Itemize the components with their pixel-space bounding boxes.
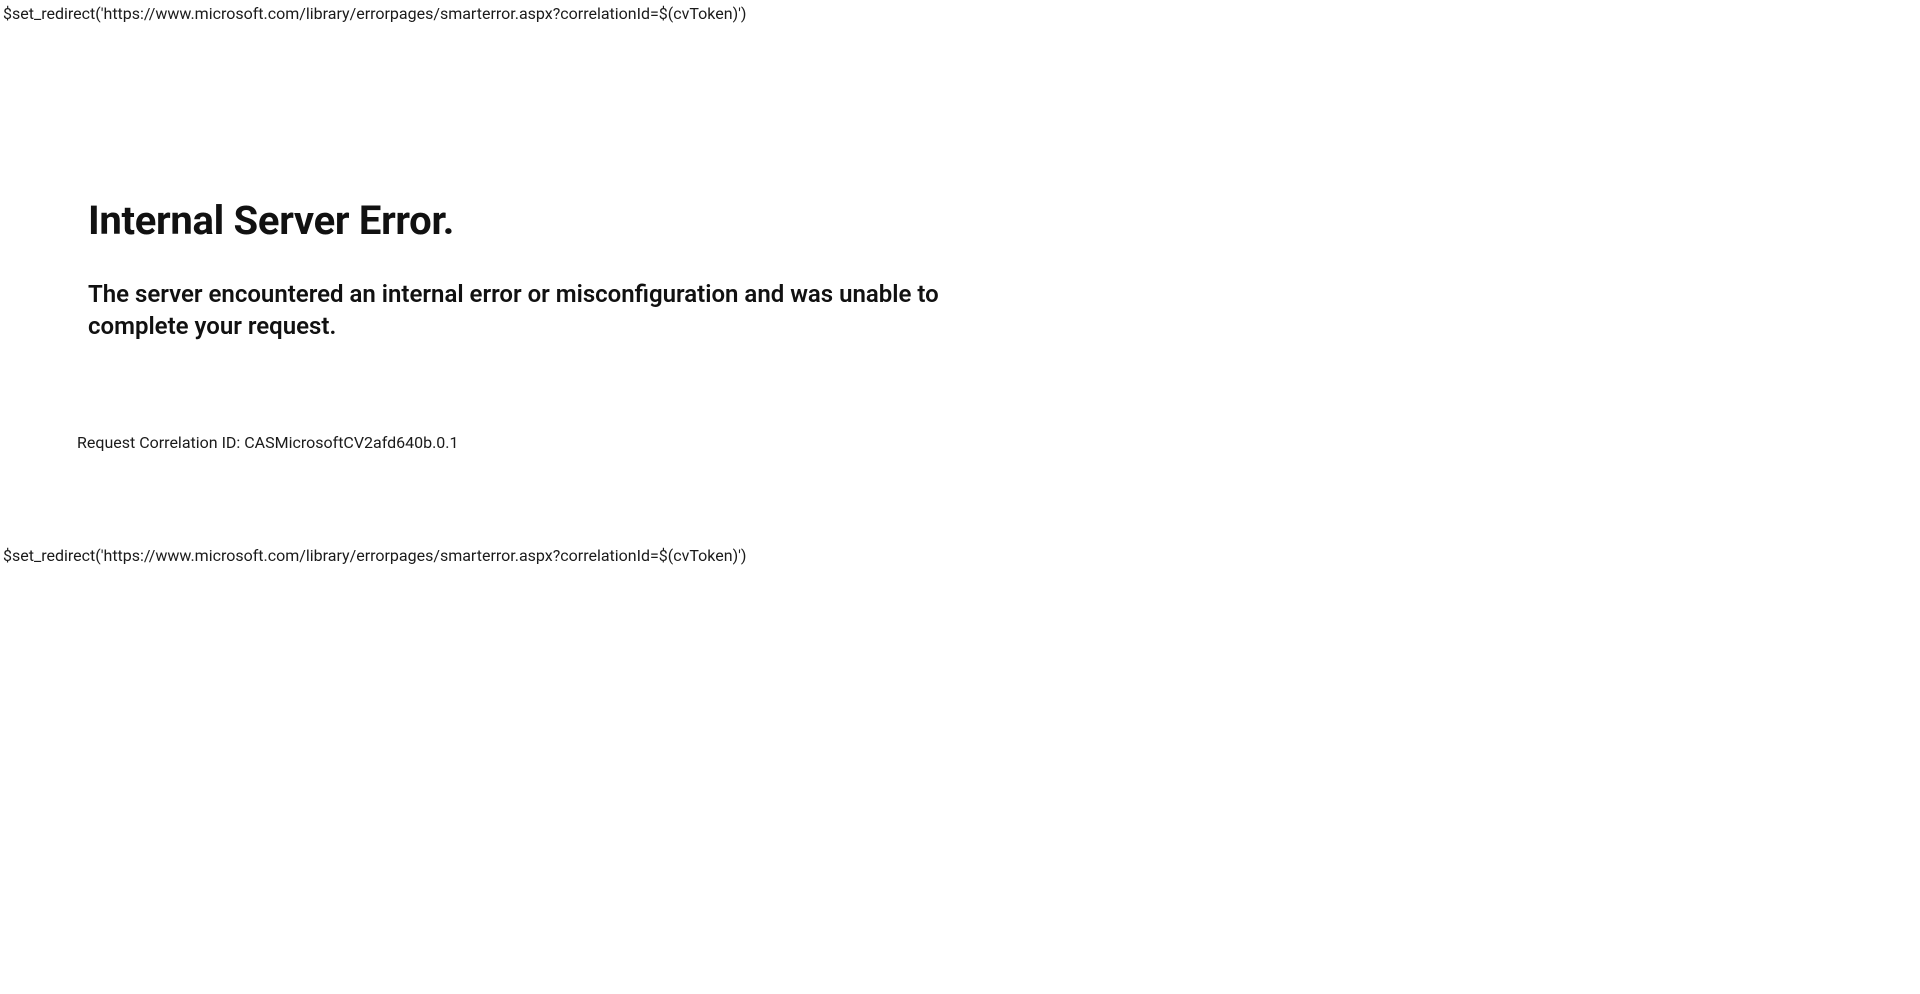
- error-content: Internal Server Error. The server encoun…: [0, 196, 980, 455]
- error-heading: Internal Server Error.: [88, 196, 980, 246]
- correlation-id-label: Request Correlation ID: CASMicrosoftCV2a…: [77, 432, 980, 454]
- raw-redirect-line-top: $set_redirect('https://www.microsoft.com…: [0, 0, 1920, 28]
- raw-redirect-line-bottom: $set_redirect('https://www.microsoft.com…: [0, 542, 1920, 570]
- error-subheading: The server encountered an internal error…: [88, 278, 968, 343]
